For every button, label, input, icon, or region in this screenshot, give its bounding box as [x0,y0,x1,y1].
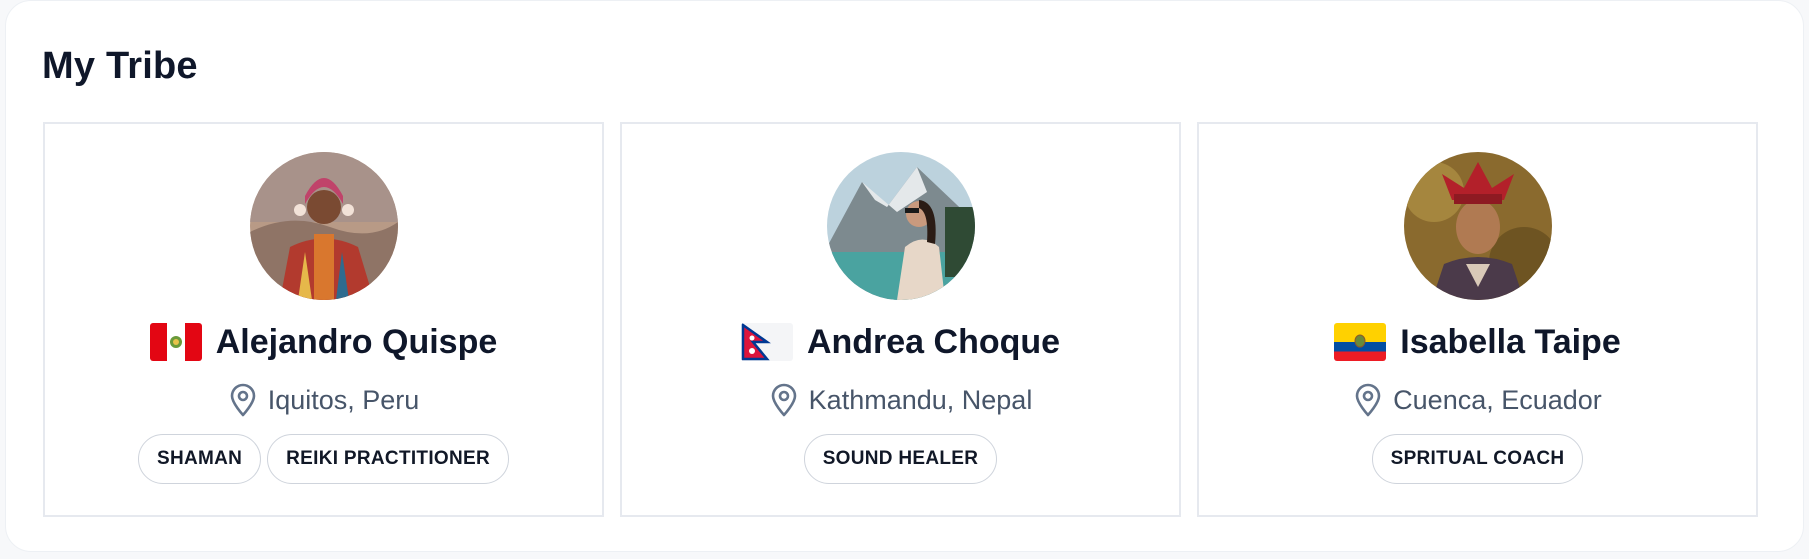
section-title: My Tribe [42,45,198,87]
member-location: Kathmandu, Nepal [808,384,1033,415]
avatar[interactable] [826,152,975,300]
avatar-image [1403,152,1552,300]
tag-chip[interactable]: REIKI PRACTITIONER [267,434,510,484]
tag-chip[interactable]: SHAMAN [137,434,262,484]
member-card[interactable]: Andrea Choque Kathmandu, Nepal SOUND HEA… [620,122,1181,517]
avatar-image [249,152,398,300]
avatar[interactable] [1403,152,1552,300]
member-card[interactable]: Alejandro Quispe Iquitos, Peru SHAMAN RE… [43,122,604,517]
map-pin-icon [230,383,256,417]
peru-flag-icon [149,323,202,361]
member-location-row: Cuenca, Ecuador [1353,380,1602,420]
member-card[interactable]: Isabella Taipe Cuenca, Ecuador SPRITUAL … [1197,122,1758,517]
avatar[interactable] [249,152,398,300]
member-tags: SHAMAN REIKI PRACTITIONER [137,434,510,484]
tag-chip[interactable]: SOUND HEALER [803,434,998,484]
member-name-row: Isabella Taipe [1334,320,1621,364]
my-tribe-panel: My Tribe Alejandro Quispe Iquitos, Peru … [5,0,1804,552]
member-location: Iquitos, Peru [267,384,420,415]
member-location-row: Kathmandu, Nepal [769,380,1033,420]
member-tags: SPRITUAL COACH [1371,434,1584,484]
ecuador-flag-icon [1334,323,1387,361]
member-name-row: Andrea Choque [740,320,1060,364]
map-pin-icon [1355,383,1381,417]
member-name-row: Alejandro Quispe [149,320,498,364]
member-tags: SOUND HEALER [803,434,998,484]
member-location-row: Iquitos, Peru [228,380,420,420]
member-name[interactable]: Alejandro Quispe [216,323,498,362]
map-pin-icon [771,383,796,417]
avatar-image [826,152,975,300]
member-name[interactable]: Isabella Taipe [1400,323,1620,362]
member-location: Cuenca, Ecuador [1393,384,1602,415]
tag-chip[interactable]: SPRITUAL COACH [1371,434,1584,484]
nepal-flag-icon [740,323,793,361]
member-cards: Alejandro Quispe Iquitos, Peru SHAMAN RE… [43,122,1758,517]
member-name[interactable]: Andrea Choque [807,323,1060,362]
